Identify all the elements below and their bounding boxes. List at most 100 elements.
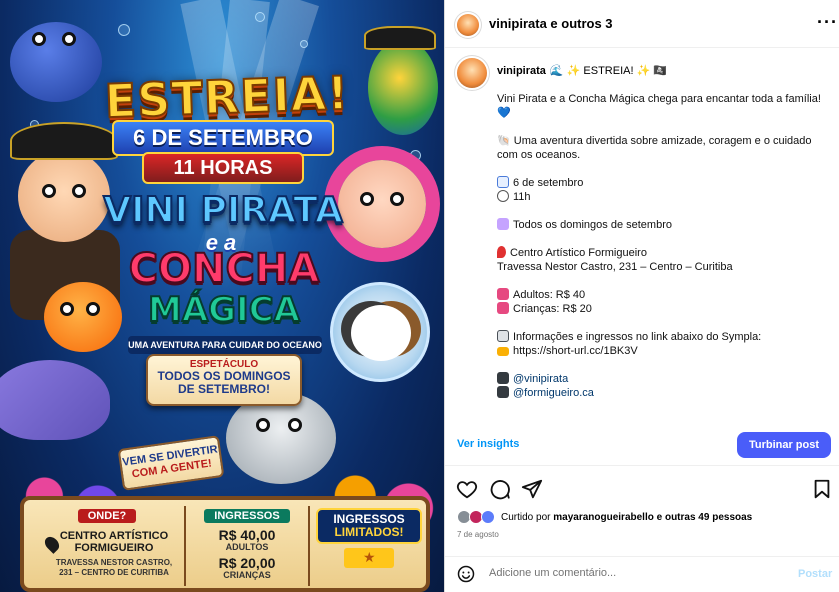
poster-info-board: ONDE? CENTRO ARTÍSTICO FORMIGUEIRO TRAVE…	[20, 496, 430, 592]
phone-icon	[497, 330, 509, 342]
tickets-header: INGRESSOS	[204, 509, 290, 523]
price-adult: R$ 40,00	[218, 527, 276, 543]
fish-eye	[60, 302, 74, 316]
post-author-link[interactable]: vinipirata e outros 3	[489, 16, 613, 31]
caption-info-line: Informações e ingressos no link abaixo d…	[497, 330, 825, 344]
calendar-icon	[497, 176, 509, 188]
comment-input[interactable]	[489, 567, 779, 579]
caption-venue-line: Centro Artístico Formigueiro	[497, 246, 825, 260]
scroll-line3: DE SETEMBRO!	[177, 382, 270, 396]
camera-icon	[497, 372, 509, 384]
likes-summary: Curtido por mayaranogueirabello e outras…	[445, 506, 839, 528]
poster-title-line3: MÁGICA	[147, 289, 301, 331]
likes-prefix: Curtido por	[501, 512, 551, 523]
info-limited: INGRESSOS LIMITADOS!	[316, 506, 422, 568]
caption-sundays-line: Todos os domingos de setembro	[497, 218, 825, 232]
caption-date-line: 6 de setembro	[497, 176, 825, 190]
limited-line2: LIMITADOS!	[334, 525, 404, 539]
caption-address: Travessa Nestor Castro, 231 – Centro – C…	[497, 261, 733, 273]
caption-intro: Vini Pirata e a Concha Mágica chega para…	[497, 93, 824, 119]
likes-user[interactable]: mayaranogueirabello	[553, 512, 654, 523]
caption-date: 6 de setembro	[513, 177, 584, 189]
caption-link-line: https://short-url.cc/1BK3V	[497, 344, 825, 358]
caption-link[interactable]: https://short-url.cc/1BK3V	[513, 345, 638, 357]
venue-address: TRAVESSA NESTOR CASTRO, 231 – CENTRO DE …	[32, 558, 182, 578]
venue-name-1: CENTRO ARTÍSTICO	[59, 530, 169, 542]
camera-icon	[497, 386, 509, 398]
comment-icon[interactable]	[489, 478, 511, 500]
caption-body: Vini Pirata e a Concha Mágica chega para…	[497, 92, 825, 400]
post-header: vinipirata e outros 3 ···	[445, 0, 839, 48]
caption-adults: Adultos: R$ 40	[513, 289, 586, 301]
caption-time: 11h	[513, 191, 531, 203]
fish-eye	[86, 302, 100, 316]
caption-venue: Centro Artístico Formigueiro	[510, 247, 647, 259]
theater-masks-icon	[497, 218, 509, 230]
ticket-icon	[497, 302, 509, 314]
post-comment-button[interactable]: Postar	[798, 568, 832, 580]
parrot-character	[364, 26, 438, 135]
girl-character	[338, 160, 426, 248]
insights-row: Ver insights Turbinar post	[445, 424, 839, 466]
caption-handle1-line: @vinipirata	[497, 372, 825, 386]
bubble	[410, 150, 421, 161]
bubble	[255, 12, 265, 22]
caption-area: vinipirata 🌊 ✨ ESTREIA! ✨ 🏴‍☠️ Vini Pirat…	[445, 48, 839, 424]
likes-text: Curtido por mayaranogueirabello e outras…	[501, 512, 752, 523]
caption-head: vinipirata 🌊 ✨ ESTREIA! ✨ 🏴‍☠️	[497, 64, 667, 77]
ticket-icon	[344, 548, 394, 568]
boy-eye	[42, 184, 56, 198]
emoji-icon[interactable]	[457, 565, 475, 583]
post-date[interactable]: 7 de agosto	[457, 530, 499, 539]
seal-eye	[288, 418, 302, 432]
bubble	[118, 24, 130, 36]
liker-avatar[interactable]	[481, 510, 495, 524]
price-child-label: CRIANÇAS	[223, 570, 271, 580]
poster-title-line1: VINI PIRATA	[102, 189, 344, 232]
ticket-icon	[497, 288, 509, 300]
pirate-hat	[364, 26, 436, 50]
venue-name-2: FORMIGUEIRO	[74, 542, 154, 554]
view-insights-link[interactable]: Ver insights	[457, 438, 519, 450]
price-adult-label: ADULTOS	[225, 542, 269, 552]
caption-time-line: 11h	[497, 190, 825, 204]
round-pushpin-icon	[497, 246, 506, 258]
caption-children: Crianças: R$ 20	[513, 303, 592, 315]
heart-icon[interactable]	[456, 478, 478, 500]
caption-avatar[interactable]	[457, 58, 487, 88]
caption-handle2-line: @formigueiro.ca	[497, 386, 825, 400]
mention-vinipirata[interactable]: @vinipirata	[513, 373, 568, 385]
caption-adults-line: Adultos: R$ 40	[497, 288, 825, 302]
avatar[interactable]	[457, 14, 479, 36]
pointing-hand-icon	[497, 347, 509, 356]
venue-addr-2: 231 – CENTRO DE CURITIBA	[59, 568, 169, 577]
dog-face	[351, 305, 411, 361]
clock-icon	[497, 190, 509, 202]
poster-time-banner: 11 HORAS	[142, 152, 304, 184]
crab-character	[10, 22, 102, 102]
poster-scroll: ESPETÁCULO TODOS OS DOMINGOS DE SETEMBRO…	[146, 354, 302, 406]
mention-formigueiro[interactable]: @formigueiro.ca	[513, 387, 594, 399]
post-detail-panel: vinipirata e outros 3 ··· vinipirata 🌊 ✨ …	[444, 0, 839, 592]
caption-children-line: Crianças: R$ 20	[497, 302, 825, 316]
more-horizontal-icon[interactable]: ···	[817, 12, 838, 33]
bookmark-icon[interactable]	[811, 478, 833, 500]
info-tickets: INGRESSOS R$ 40,00 ADULTOS R$ 20,00 CRIA…	[184, 506, 310, 586]
crab-eye	[62, 32, 76, 46]
caption-username[interactable]: vinipirata	[497, 65, 546, 77]
info-where: ONDE? CENTRO ARTÍSTICO FORMIGUEIRO TRAVE…	[32, 506, 182, 578]
seal-eye	[256, 418, 270, 432]
action-bar	[445, 472, 839, 504]
pirate-boy-character	[10, 122, 118, 242]
limited-box: INGRESSOS LIMITADOS!	[316, 508, 422, 544]
caption-info: Informações e ingressos no link abaixo d…	[513, 331, 762, 343]
girl-eye	[390, 192, 404, 206]
bubble	[300, 40, 308, 48]
boost-post-button[interactable]: Turbinar post	[737, 432, 831, 458]
crab-eye	[32, 32, 46, 46]
share-icon[interactable]	[521, 478, 543, 500]
poster-title-line2: CONCHA	[128, 245, 321, 293]
price-child: R$ 20,00	[218, 555, 276, 571]
likes-suffix[interactable]: e outras 49 pessoas	[657, 512, 753, 523]
post-image[interactable]: ESTREIA! 6 DE SETEMBRO 11 HORAS VINI PIR…	[0, 0, 444, 592]
